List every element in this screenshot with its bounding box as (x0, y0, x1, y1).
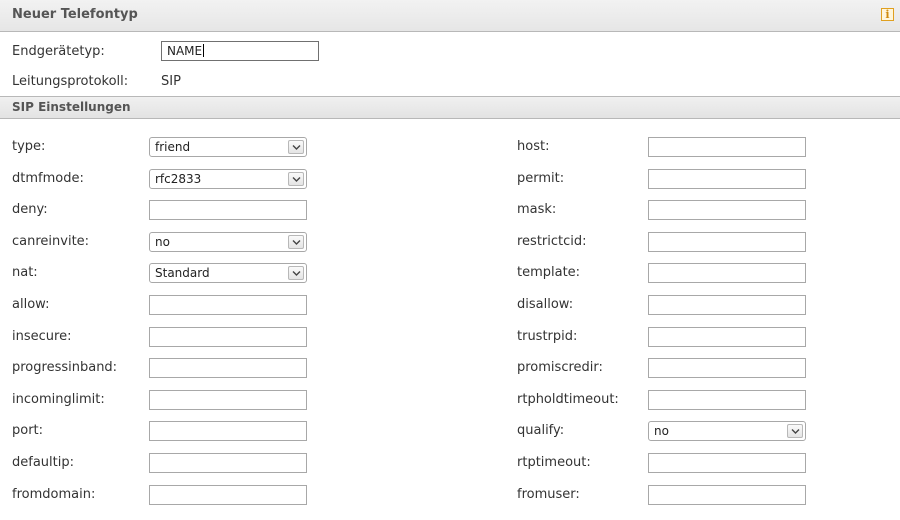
nat-selected-value: Standard (155, 266, 210, 280)
type-label: type: (12, 139, 46, 154)
title-bar: Neuer Telefontyp i (0, 0, 900, 32)
template-label: template: (517, 265, 581, 280)
insecure-label: insecure: (12, 329, 72, 344)
device-type-input[interactable]: NAME (161, 41, 319, 61)
protocol-value: SIP (161, 74, 181, 89)
canreinvite-label: canreinvite: (12, 234, 90, 249)
deny-label: deny: (12, 202, 48, 217)
incominglimit-label: incominglimit: (12, 392, 105, 407)
rtptimeout-input[interactable] (648, 453, 806, 473)
fromuser-input[interactable] (648, 485, 806, 505)
text-cursor (203, 44, 205, 57)
disallow-label: disallow: (517, 297, 574, 312)
mask-input[interactable] (648, 200, 806, 220)
chevron-down-icon[interactable] (787, 424, 803, 438)
fromuser-label: fromuser: (517, 487, 580, 502)
restrictcid-input[interactable] (648, 232, 806, 252)
allow-label: allow: (12, 297, 50, 312)
type-selected-value: friend (155, 140, 191, 154)
promiscredir-label: promiscredir: (517, 360, 603, 375)
dtmfmode-label: dtmfmode: (12, 171, 84, 186)
qualify-select[interactable]: no (648, 421, 806, 441)
trustrpid-input[interactable] (648, 327, 806, 347)
page-title: Neuer Telefontyp (12, 7, 138, 22)
qualify-selected-value: no (654, 424, 669, 438)
dtmfmode-selected-value: rfc2833 (155, 172, 202, 186)
permit-label: permit: (517, 171, 565, 186)
trustrpid-label: trustrpid: (517, 329, 578, 344)
port-input[interactable] (149, 421, 307, 441)
disallow-input[interactable] (648, 295, 806, 315)
port-label: port: (12, 423, 44, 438)
permit-input[interactable] (648, 169, 806, 189)
sip-settings-section-header: SIP Einstellungen (0, 96, 900, 119)
nat-label: nat: (12, 265, 38, 280)
chevron-down-icon[interactable] (288, 172, 304, 186)
fromdomain-input[interactable] (149, 485, 307, 505)
rtpholdtimeout-label: rtpholdtimeout: (517, 392, 619, 407)
insecure-input[interactable] (149, 327, 307, 347)
chevron-down-icon[interactable] (288, 235, 304, 249)
mask-label: mask: (517, 202, 557, 217)
restrictcid-label: restrictcid: (517, 234, 587, 249)
rtptimeout-label: rtptimeout: (517, 455, 591, 470)
type-select[interactable]: friend (149, 137, 307, 157)
canreinvite-selected-value: no (155, 235, 170, 249)
defaultip-input[interactable] (149, 453, 307, 473)
deny-input[interactable] (149, 200, 307, 220)
defaultip-label: defaultip: (12, 455, 74, 470)
info-icon[interactable]: i (881, 8, 894, 21)
canreinvite-select[interactable]: no (149, 232, 307, 252)
nat-select[interactable]: Standard (149, 263, 307, 283)
fromdomain-label: fromdomain: (12, 487, 96, 502)
progressinband-label: progressinband: (12, 360, 118, 375)
section-title: SIP Einstellungen (12, 100, 131, 114)
host-label: host: (517, 139, 550, 154)
protocol-label: Leitungsprotokoll: (12, 74, 129, 89)
progressinband-input[interactable] (149, 358, 307, 378)
rtpholdtimeout-input[interactable] (648, 390, 806, 410)
chevron-down-icon[interactable] (288, 266, 304, 280)
allow-input[interactable] (149, 295, 307, 315)
chevron-down-icon[interactable] (288, 140, 304, 154)
dtmfmode-select[interactable]: rfc2833 (149, 169, 307, 189)
host-input[interactable] (648, 137, 806, 157)
device-type-label: Endgerätetyp: (12, 44, 105, 59)
promiscredir-input[interactable] (648, 358, 806, 378)
template-input[interactable] (648, 263, 806, 283)
incominglimit-input[interactable] (149, 390, 307, 410)
device-type-value: NAME (167, 44, 203, 58)
qualify-label: qualify: (517, 423, 565, 438)
